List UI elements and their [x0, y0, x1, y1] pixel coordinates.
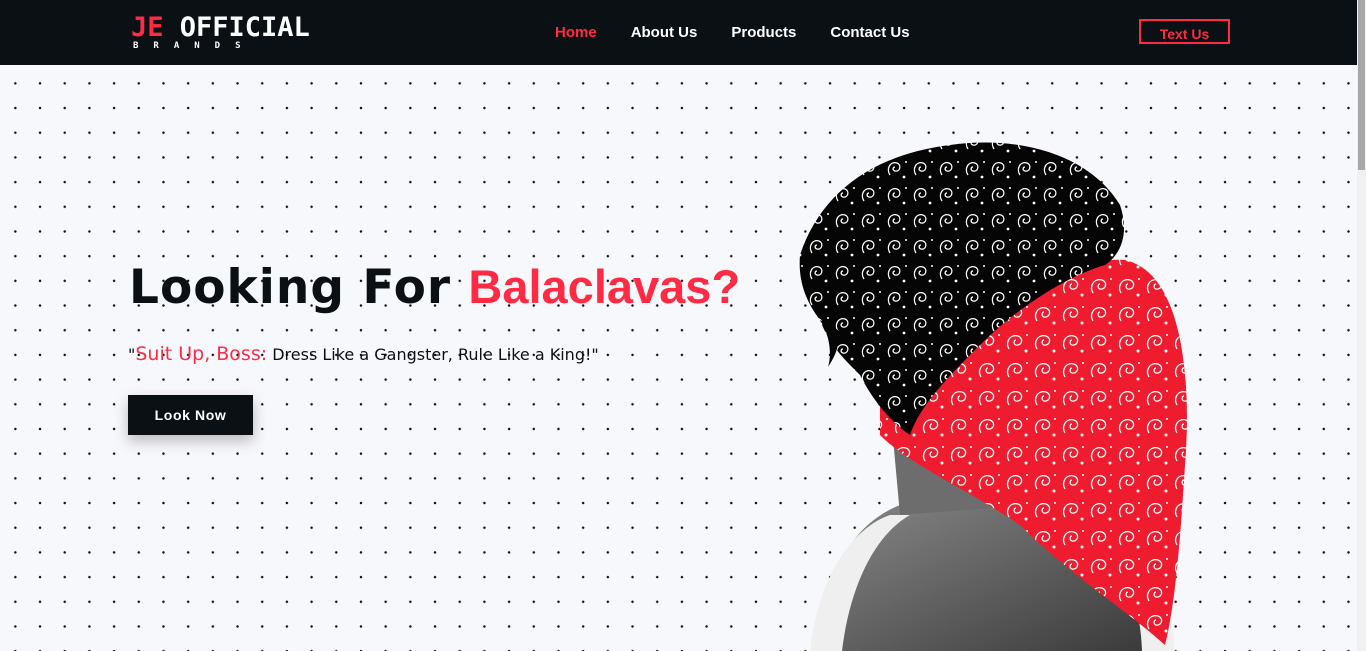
nav-contact-us[interactable]: Contact Us	[830, 24, 909, 41]
nav-products[interactable]: Products	[731, 24, 796, 41]
navbar: JE OFFICIAL BRANDS Home About Us Product…	[0, 0, 1357, 65]
brand-logo[interactable]: JE OFFICIAL BRANDS	[131, 14, 310, 51]
nav-about-us[interactable]: About Us	[631, 24, 698, 41]
nav-home[interactable]: Home	[555, 24, 597, 41]
scrollbar-thumb[interactable]	[1358, 0, 1365, 170]
tagline-rest: Dress Like a Gangster, Rule Like a King!…	[267, 345, 599, 364]
page-scrollbar[interactable]	[1357, 0, 1366, 651]
main-nav: Home About Us Products Contact Us	[555, 24, 944, 41]
hero-title: Looking For Balaclavas?	[129, 259, 740, 315]
logo-subtitle: BRANDS	[133, 41, 256, 51]
logo-main-text: OFFICIAL	[163, 12, 310, 43]
tagline-accent: Suit Up, Boss:	[135, 343, 268, 365]
text-us-button[interactable]: Text Us	[1139, 19, 1230, 44]
hero-title-text: Looking For	[129, 260, 469, 315]
logo-prefix: JE	[131, 12, 164, 43]
logo-wordmark: JE OFFICIAL	[131, 14, 310, 41]
look-now-button[interactable]: Look Now	[128, 395, 253, 435]
hero-section: Looking For Balaclavas? "Suit Up, Boss: …	[0, 65, 1357, 651]
hero-tagline: "Suit Up, Boss: Dress Like a Gangster, R…	[128, 343, 599, 365]
hero-title-accent: Balaclavas?	[468, 260, 741, 313]
hero-image	[799, 142, 1187, 651]
